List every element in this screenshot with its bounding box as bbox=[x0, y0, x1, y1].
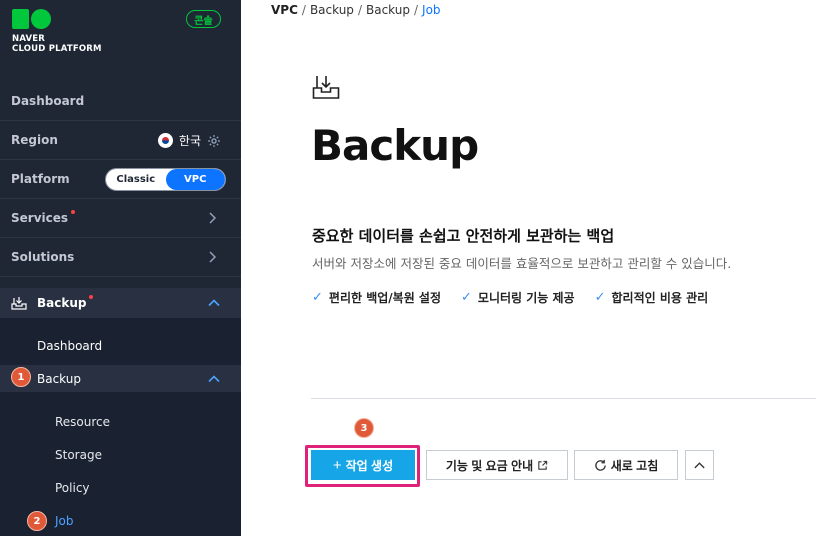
sidebar-item-label: Storage bbox=[55, 447, 102, 462]
feature-pricing-button[interactable]: 기능 및 요금 안내 bbox=[426, 450, 568, 480]
sidebar-item-label: Resource bbox=[55, 414, 111, 429]
breadcrumb: VPC / Backup / Backup / Job bbox=[271, 3, 441, 17]
platform-label: Platform bbox=[11, 172, 70, 186]
page-title: Backup bbox=[311, 121, 479, 170]
sidebar-item-dashboard[interactable]: Dashboard bbox=[0, 82, 241, 121]
gear-icon[interactable] bbox=[207, 134, 221, 148]
check-icon: ✓ bbox=[461, 290, 472, 305]
sidebar-item-label: Policy bbox=[55, 480, 90, 495]
refresh-button[interactable]: 새로 고침 bbox=[574, 450, 678, 480]
sidebar-item-backup[interactable]: Backup bbox=[0, 288, 241, 318]
feature-item: ✓ 편리한 백업/복원 설정 bbox=[312, 289, 441, 306]
divider bbox=[311, 398, 816, 399]
feature-item: ✓ 모니터링 기능 제공 bbox=[461, 289, 575, 306]
feature-label: 편리한 백업/복원 설정 bbox=[328, 291, 442, 305]
chevron-right-icon bbox=[209, 251, 217, 263]
chevron-up-icon bbox=[208, 299, 220, 307]
service-headline: 중요한 데이터를 손쉽고 안전하게 보관하는 백업 bbox=[312, 227, 615, 245]
sidebar-item-label: Services bbox=[11, 211, 69, 225]
step-badge-1: 1 bbox=[11, 367, 31, 387]
chevron-up-icon bbox=[208, 375, 220, 383]
logo-text: NAVER CLOUD PLATFORM bbox=[12, 34, 102, 54]
step-badge-3: 3 bbox=[354, 418, 374, 438]
sidebar-item-resource[interactable]: Resource bbox=[0, 408, 241, 435]
check-icon: ✓ bbox=[312, 290, 323, 305]
create-job-button[interactable]: + 작업 생성 bbox=[311, 450, 415, 480]
breadcrumb-current: Job bbox=[422, 3, 441, 17]
logo-mark bbox=[12, 9, 102, 29]
service-description: 서버와 저장소에 저장된 중요 데이터를 효율적으로 보관하고 관리할 수 있습… bbox=[312, 256, 732, 271]
sidebar-item-backup-dashboard[interactable]: Dashboard bbox=[0, 332, 241, 359]
feature-label: 모니터링 기능 제공 bbox=[477, 291, 575, 305]
collapse-button[interactable] bbox=[685, 450, 714, 480]
sidebar-item-label: Backup bbox=[37, 296, 87, 310]
sidebar-item-label: Dashboard bbox=[11, 94, 85, 108]
refresh-icon bbox=[595, 459, 606, 471]
breadcrumb-vpc[interactable]: VPC bbox=[271, 3, 298, 17]
sidebar: NAVER CLOUD PLATFORM 콘솔 Dashboard Region… bbox=[0, 0, 241, 536]
step-badge-2: 2 bbox=[27, 511, 47, 531]
feature-list: ✓ 편리한 백업/복원 설정 ✓ 모니터링 기능 제공 ✓ 합리적인 비용 관리 bbox=[312, 289, 708, 306]
notification-dot bbox=[71, 210, 76, 214]
refresh-label: 새로 고침 bbox=[610, 458, 659, 473]
platform-option-classic[interactable]: Classic bbox=[106, 169, 166, 190]
sidebar-item-platform: Platform Classic VPC bbox=[0, 160, 241, 199]
region-label: Region bbox=[11, 133, 58, 147]
korea-flag-icon bbox=[157, 133, 173, 148]
sidebar-item-solutions[interactable]: Solutions bbox=[0, 238, 241, 277]
sidebar-item-policy[interactable]: Policy bbox=[0, 474, 241, 501]
region-value: 한국 bbox=[178, 134, 201, 148]
naver-cloud-logo[interactable]: NAVER CLOUD PLATFORM bbox=[12, 9, 102, 54]
backup-icon bbox=[11, 297, 27, 310]
backup-service-icon bbox=[312, 76, 340, 99]
sidebar-item-region: Region 한국 bbox=[0, 121, 241, 160]
sidebar-item-label: Job bbox=[55, 513, 74, 528]
external-link-icon bbox=[538, 460, 548, 470]
console-button[interactable]: 콘솔 bbox=[186, 10, 221, 28]
chevron-up-icon bbox=[694, 461, 705, 468]
sidebar-item-storage[interactable]: Storage bbox=[0, 441, 241, 468]
sidebar-item-backup-backup[interactable]: Backup bbox=[0, 365, 241, 392]
region-selector[interactable]: 한국 bbox=[157, 132, 221, 149]
platform-toggle[interactable]: Classic VPC bbox=[105, 168, 226, 191]
breadcrumb-backup-sub[interactable]: Backup bbox=[366, 3, 410, 17]
feature-pricing-label: 기능 및 요금 안내 bbox=[445, 458, 534, 473]
sidebar-item-label: Backup bbox=[37, 371, 81, 386]
chevron-right-icon bbox=[209, 212, 217, 224]
feature-label: 합리적인 비용 관리 bbox=[611, 291, 709, 305]
check-icon: ✓ bbox=[594, 290, 606, 305]
plus-icon: + bbox=[332, 456, 342, 474]
sidebar-item-services[interactable]: Services bbox=[0, 199, 241, 238]
platform-option-vpc[interactable]: VPC bbox=[165, 169, 225, 190]
create-job-label: 작업 생성 bbox=[345, 458, 394, 473]
breadcrumb-backup[interactable]: Backup bbox=[310, 3, 354, 17]
feature-item: ✓ 합리적인 비용 관리 bbox=[595, 289, 709, 306]
notification-dot bbox=[89, 295, 94, 299]
sidebar-item-label: Solutions bbox=[11, 250, 75, 264]
sidebar-item-label: Dashboard bbox=[37, 338, 103, 353]
